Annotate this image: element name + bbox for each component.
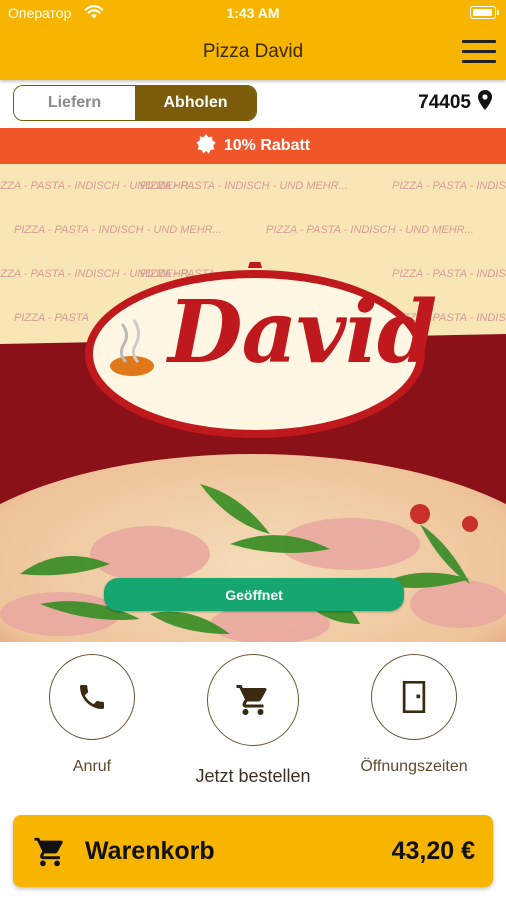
call-label: Anruf bbox=[72, 758, 112, 775]
door-icon bbox=[402, 681, 426, 713]
opening-hours-button-circle bbox=[371, 654, 457, 740]
tagline-text: PIZZA - PASTA - INDISCH - UND MEHR... bbox=[266, 224, 474, 236]
cart-icon bbox=[33, 835, 67, 874]
hamburger-menu-icon[interactable] bbox=[462, 38, 496, 66]
call-button[interactable]: Anruf bbox=[22, 654, 162, 776]
map-pin-icon bbox=[478, 90, 492, 116]
status-time: 1:43 AM bbox=[226, 5, 280, 21]
phone-icon bbox=[80, 685, 104, 709]
tagline-text: PIZZA - PASTA - INDISCH - UND MEHR... bbox=[14, 224, 222, 236]
order-now-button[interactable]: Jetzt bestellen bbox=[183, 654, 323, 787]
location-selector[interactable]: 74405 bbox=[418, 90, 492, 116]
opening-hours-label: Öffnungszeiten bbox=[360, 758, 468, 775]
pickup-tab[interactable]: Abholen bbox=[135, 86, 256, 120]
tagline-fragment-text: PIZZA - PASTA bbox=[14, 312, 89, 324]
cart-label: Warenkorb bbox=[85, 837, 215, 865]
logo-text: David bbox=[168, 282, 437, 383]
tagline-text: PIZZA - PASTA - INDISCH - UND MEHR... bbox=[140, 180, 348, 192]
call-button-circle bbox=[49, 654, 135, 740]
order-now-label: Jetzt bestellen bbox=[195, 766, 311, 786]
open-status-button[interactable]: Geöffnet bbox=[104, 578, 404, 611]
order-now-button-circle bbox=[207, 654, 299, 746]
app-header: Pizza David bbox=[0, 26, 506, 80]
page-title: Pizza David bbox=[202, 41, 304, 62]
discount-text: 10% Rabatt bbox=[223, 137, 311, 154]
cart-total: 43,20 € bbox=[391, 837, 475, 865]
tagline-text: PIZZA - PASTA - INDISCH - UND MEHR... bbox=[392, 180, 506, 192]
delivery-tab[interactable]: Liefern bbox=[14, 86, 135, 120]
discount-banner[interactable]: 10% Rabatt bbox=[0, 128, 506, 164]
cart-bar-button[interactable]: Warenkorb 43,20 € bbox=[13, 815, 493, 887]
zip-code: 74405 bbox=[418, 92, 471, 113]
battery-icon bbox=[470, 6, 499, 19]
status-bar: Оператор 1:43 AM bbox=[0, 0, 506, 26]
cart-icon bbox=[236, 685, 267, 715]
discount-badge-icon bbox=[196, 133, 216, 159]
order-mode-toggle: Liefern Abholen bbox=[13, 85, 257, 121]
opening-hours-button[interactable]: Öffnungszeiten bbox=[344, 654, 484, 776]
